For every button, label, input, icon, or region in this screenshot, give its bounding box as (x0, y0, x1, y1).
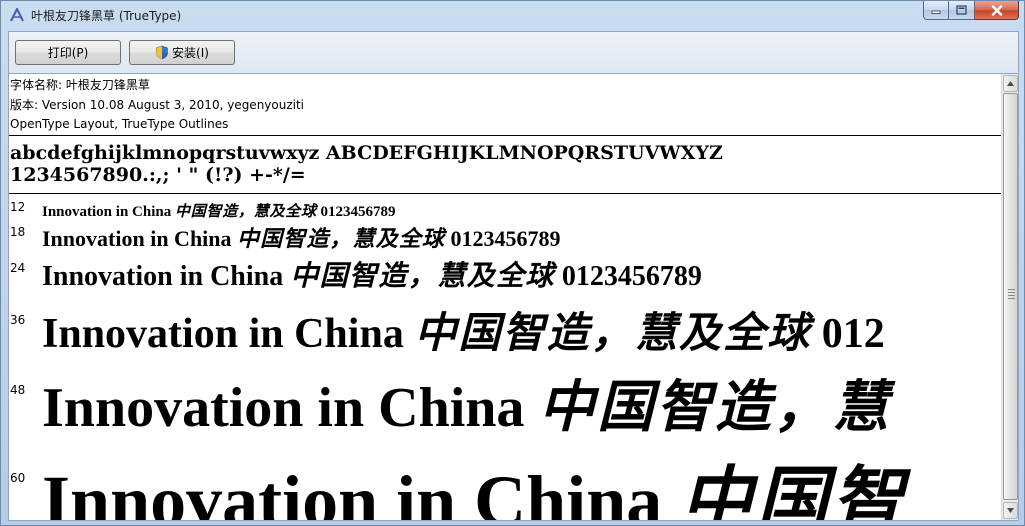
minimize-icon (931, 10, 941, 14)
install-button[interactable]: 安装(I) (129, 40, 235, 65)
sample-cjk: 中国智造，慧及全球 (414, 308, 812, 357)
sample-text: Innovation in China 中国智造，慧及全球 0123456789 (42, 221, 560, 253)
minimize-button[interactable] (923, 1, 949, 20)
sample-size-label: 18 (10, 225, 26, 239)
close-icon (991, 4, 1002, 16)
title-bar[interactable]: 叶根友刀锋黑草 (TrueType) (1, 1, 1024, 29)
sample-text: Innovation in China 中国智 (42, 441, 908, 521)
font-outline-line: OpenType Layout, TrueType Outlines (10, 117, 229, 131)
toolbar: 打印(P) 安装(I) (8, 31, 1019, 73)
sample-cjk: 中国智造，慧 (538, 374, 892, 440)
sample-latin: Innovation in China (42, 377, 539, 439)
sample-text: Innovation in China 中国智造，慧及全球 0123456789 (42, 254, 702, 294)
sample-text: Innovation in China 中国智造，慧 (42, 362, 891, 443)
sample-text: Innovation in China 中国智造，慧及全球 0123456789 (42, 200, 396, 221)
sample-latin: Innovation in China (42, 226, 238, 251)
uac-shield-icon (156, 45, 168, 60)
close-button[interactable] (975, 1, 1019, 20)
sample-digits: 012 (811, 311, 885, 357)
sample-latin: Innovation in China (42, 261, 291, 292)
chevron-down-icon (1007, 508, 1014, 513)
maximize-icon (956, 5, 967, 15)
divider (9, 135, 1001, 136)
maximize-button[interactable] (949, 1, 975, 20)
sample-digits: 0123456789 (554, 261, 702, 292)
sample-latin: Innovation in China (42, 461, 681, 521)
sample-text: Innovation in China 中国智造，慧及全球 012 (42, 299, 885, 360)
font-viewer-window: 叶根友刀锋黑草 (TrueType) 打印(P) 安装(I) 字体名称: 叶根友… (0, 0, 1025, 526)
scroll-thumb[interactable] (1003, 93, 1018, 500)
sample-size-label: 48 (10, 383, 26, 397)
sample-digits: 0123456789 (316, 204, 396, 220)
sample-digits: 0123456789 (444, 226, 561, 251)
sample-size-label: 36 (10, 313, 26, 327)
sample-size-label: 24 (10, 261, 26, 275)
sample-latin: Innovation in China (42, 311, 415, 357)
grip-line (1008, 295, 1015, 296)
sample-cjk: 中国智造，慧及全球 (290, 259, 555, 292)
font-version-line: 版本: Version 10.08 August 3, 2010, yegeny… (10, 97, 305, 112)
font-name-line: 字体名称: 叶根友刀锋黑草 (10, 78, 150, 92)
sample-size-label: 60 (10, 471, 26, 485)
chevron-up-icon (1007, 81, 1014, 86)
font-preview-pane: 字体名称: 叶根友刀锋黑草 版本: Version 10.08 August 3… (8, 73, 1019, 521)
charset-digits-symbols: 1234567890.:,; ' " (!?) +-*/= (10, 164, 306, 186)
sample-latin: Innovation in China (42, 204, 175, 220)
grip-line (1008, 292, 1015, 293)
sample-cjk: 中国智 (680, 457, 908, 521)
font-app-icon (10, 8, 24, 22)
install-button-label: 安装(I) (172, 46, 209, 60)
grip-line (1008, 298, 1015, 299)
scroll-up-button[interactable] (1003, 75, 1018, 92)
caption-buttons (923, 1, 1019, 21)
print-button[interactable]: 打印(P) (15, 40, 121, 65)
charset-letters: abcdefghijklmnopqrstuvwxyz ABCDEFGHIJKLM… (10, 142, 723, 164)
font-info: 字体名称: 叶根友刀锋黑草 版本: Version 10.08 August 3… (10, 76, 304, 135)
print-button-label: 打印(P) (47, 46, 89, 60)
grip-line (1008, 289, 1015, 290)
sample-cjk: 中国智造，慧及全球 (237, 226, 445, 252)
window-title: 叶根友刀锋黑草 (TrueType) (31, 9, 182, 23)
divider (9, 193, 1001, 194)
scroll-down-button[interactable] (1003, 502, 1018, 519)
sample-size-label: 12 (10, 200, 26, 214)
sample-cjk: 中国智造，慧及全球 (174, 202, 317, 220)
vertical-scrollbar[interactable] (1001, 74, 1018, 520)
character-set-preview: abcdefghijklmnopqrstuvwxyz ABCDEFGHIJKLM… (10, 142, 723, 186)
